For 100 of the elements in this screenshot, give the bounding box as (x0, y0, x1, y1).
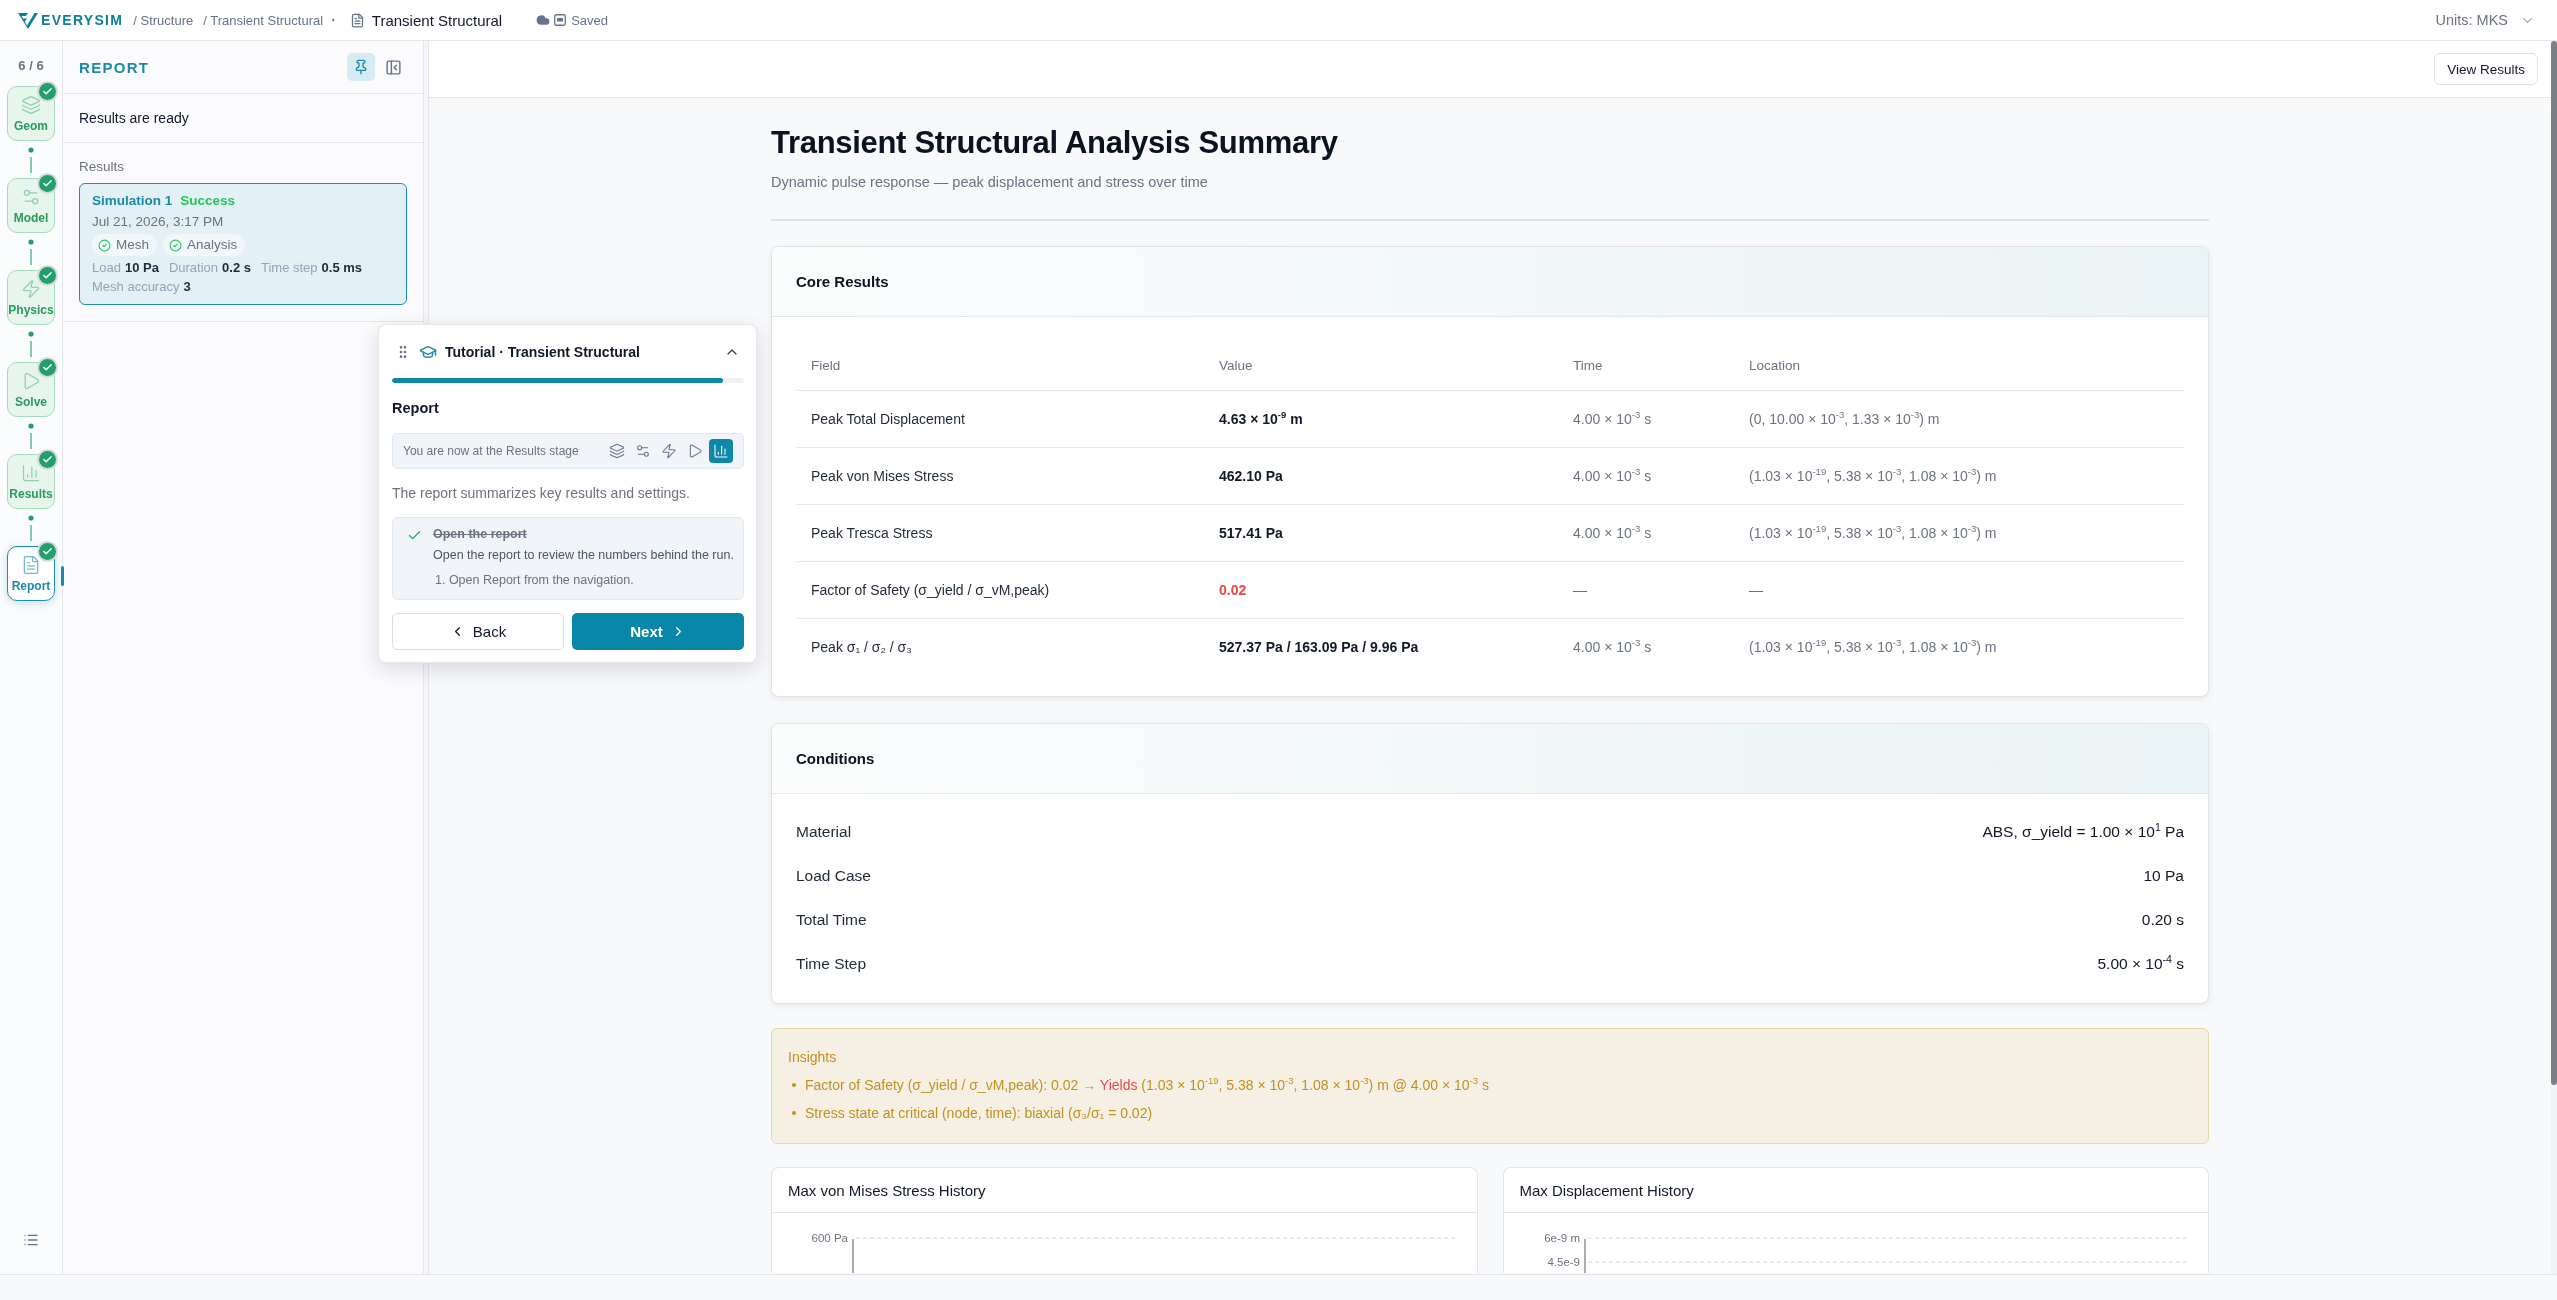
condition-value: 0.20 s (2141, 911, 2184, 929)
lightning-icon (661, 443, 677, 459)
column-header: Time (1558, 342, 1734, 390)
report-title: Transient Structural Analysis Summary (771, 124, 1339, 162)
sliders-icon (635, 443, 651, 459)
metric-value: 0.2 s (222, 260, 251, 275)
table-cell: Peak σ₁ / σ₂ / σ₃ (796, 618, 1204, 675)
step-button[interactable]: Solve (7, 362, 55, 417)
connector-icon (28, 331, 34, 357)
step-title: Report (392, 399, 440, 418)
axis-tick-label: 6e-9 m (1543, 1231, 1580, 1244)
bar-chart-icon (713, 443, 729, 459)
table-cell: Peak von Mises Stress (796, 447, 1204, 504)
table-cell: 4.00 × 10$^{-3}$ s (1558, 447, 1734, 504)
section-header: Conditions (772, 724, 2208, 794)
result-card[interactable]: Simulation 1 Success Jul 21, 2026, 3:17 PM Mesh Analysis Load 10 Pa Duration 0.2 s Time step 0.5 ms Mesh accuracy 3 (79, 183, 407, 305)
units-dropdown[interactable]: Units: MKS (2435, 12, 2535, 28)
table-cell: 517.41 Pa (1204, 504, 1558, 561)
document-icon (349, 12, 365, 28)
chip-label: Mesh (116, 236, 149, 254)
stage-button[interactable] (709, 439, 733, 463)
y-axis (1583, 1238, 1586, 1273)
connector-icon (28, 147, 34, 173)
chip-label: Analysis (187, 236, 238, 254)
table-cell: (1.03 × 10$^{-19}$, 5.38 × 10$^{-3}$, 1.08 × 10$^{-3}$) m (1734, 618, 2184, 675)
table-cell: Factor of Safety (σ_yield / σ_vM,peak) (796, 561, 1204, 618)
pin-button[interactable] (347, 53, 375, 81)
metric-label: Duration (168, 260, 219, 275)
condition-value: ABS, σ_yield = 1.00 × 10$^{1}$ Pa (1982, 823, 2184, 841)
metric-label: Time step (260, 260, 318, 275)
condition-label: Material (796, 823, 852, 841)
step-button[interactable]: Results (7, 454, 55, 509)
condition-value: 10 Pa (2143, 867, 2184, 885)
breadcrumb-link[interactable]: / Transient Structural (203, 12, 324, 28)
column-header: Location (1734, 342, 2184, 390)
document-icon (21, 554, 41, 575)
section-header: Core Results (772, 247, 2208, 317)
table-cell: Peak Tresca Stress (796, 504, 1204, 561)
table-cell: 4.00 × 10$^{-3}$ s (1558, 618, 1734, 675)
play-icon (687, 443, 703, 459)
metric-label: Mesh accuracy (92, 279, 180, 294)
list-icon[interactable] (23, 1232, 39, 1248)
metric-value: 3 (183, 279, 191, 294)
table-cell: 4.00 × 10$^{-3}$ s (1558, 504, 1734, 561)
tray-icon (554, 14, 567, 26)
insight-text: Stress state at critical (node, time): biaxial (σ₃/σ₁ = 0.02) (805, 1104, 1153, 1123)
separator-dot: · (331, 12, 336, 28)
table-cell: Peak Total Displacement (796, 390, 1204, 447)
metric-label: Load (92, 260, 121, 275)
bullet-icon (792, 1083, 796, 1087)
pin-icon (353, 59, 369, 75)
bar-chart-icon (21, 462, 41, 483)
task-step: 1. Open Report from the navigation. (433, 571, 734, 589)
next-button[interactable]: Next (572, 613, 744, 650)
logo-text: EVERYSIM (41, 12, 124, 28)
view-results-button[interactable]: View Results (2434, 53, 2538, 85)
task-text: Open the report to review the numbers behind the run. (433, 547, 734, 564)
connector-icon (28, 515, 34, 541)
insights-title: Insights (788, 1048, 838, 1067)
step-button[interactable]: Model (7, 178, 55, 233)
step-button[interactable]: Geom (7, 86, 55, 141)
insight-text: Factor of Safety (σ_yield / σ_vM,peak): 0.02 → Yields (1.03 × 10$^{-19}$, 5.38 × 10$^{-3}$, 1.08 × 10$^{-3}$) m @ 4.00 × 10$^{-3}$ s (805, 1075, 1489, 1095)
chart-title: Max Displacement History (1519, 1181, 1694, 1199)
condition-label: Total Time (796, 911, 867, 929)
bullet-icon (792, 1111, 796, 1115)
check-circle-icon (98, 238, 111, 252)
condition-value: 5.00 × 10$^{-4}$ s (2097, 955, 2184, 973)
lightning-icon (21, 278, 41, 299)
scrollbar-thumb[interactable] (2551, 41, 2557, 1085)
popup-title: Tutorial · Transient Structural (445, 343, 640, 360)
condition-label: Time Step (796, 955, 867, 973)
save-status: Saved (571, 12, 609, 28)
timestamp: Jul 21, 2026, 3:17 PM (92, 213, 224, 231)
table-cell: (0, 10.00 × 10$^{-3}$, 1.33 × 10$^{-3}$) m (1734, 390, 2184, 447)
table-cell: (1.03 × 10$^{-19}$, 5.38 × 10$^{-3}$, 1.08 × 10$^{-3}$) m (1734, 447, 2184, 504)
cloud-icon (536, 13, 551, 27)
table-cell: — (1734, 561, 2184, 618)
step-description: The report summarizes key results and settings. (392, 484, 691, 503)
panel-title: REPORT (79, 58, 150, 76)
step-button[interactable]: Report (7, 546, 55, 601)
layers-icon (21, 94, 41, 115)
simulation-name: Simulation 1 (92, 192, 173, 210)
status-message: Results are ready (63, 94, 423, 143)
task-title: Open the report (433, 526, 528, 543)
connector-icon (28, 423, 34, 449)
breadcrumb-link[interactable]: / Structure (133, 12, 194, 28)
report-subtitle: Dynamic pulse response — peak displacement and stress over time (771, 173, 1209, 191)
progress-count: 6 / 6 (18, 57, 44, 75)
back-button[interactable]: Back (392, 613, 564, 650)
step-button[interactable]: Physics (7, 270, 55, 325)
axis-tick-label: 4.5e-9 (1546, 1255, 1580, 1268)
status-text: Success (180, 192, 236, 210)
condition-label: Load Case (796, 867, 871, 885)
table-cell: 462.10 Pa (1204, 447, 1558, 504)
table-cell: (1.03 × 10$^{-19}$, 5.38 × 10$^{-3}$, 1.08 × 10$^{-3}$) m (1734, 504, 2184, 561)
table-cell: 4.63 × 10$^{-9}$ m (1204, 390, 1558, 447)
panel-collapse-icon (384, 58, 402, 76)
document-title: Transient Structural (371, 11, 503, 29)
column-header: Field (796, 342, 1204, 390)
check-circle-icon (169, 238, 182, 252)
